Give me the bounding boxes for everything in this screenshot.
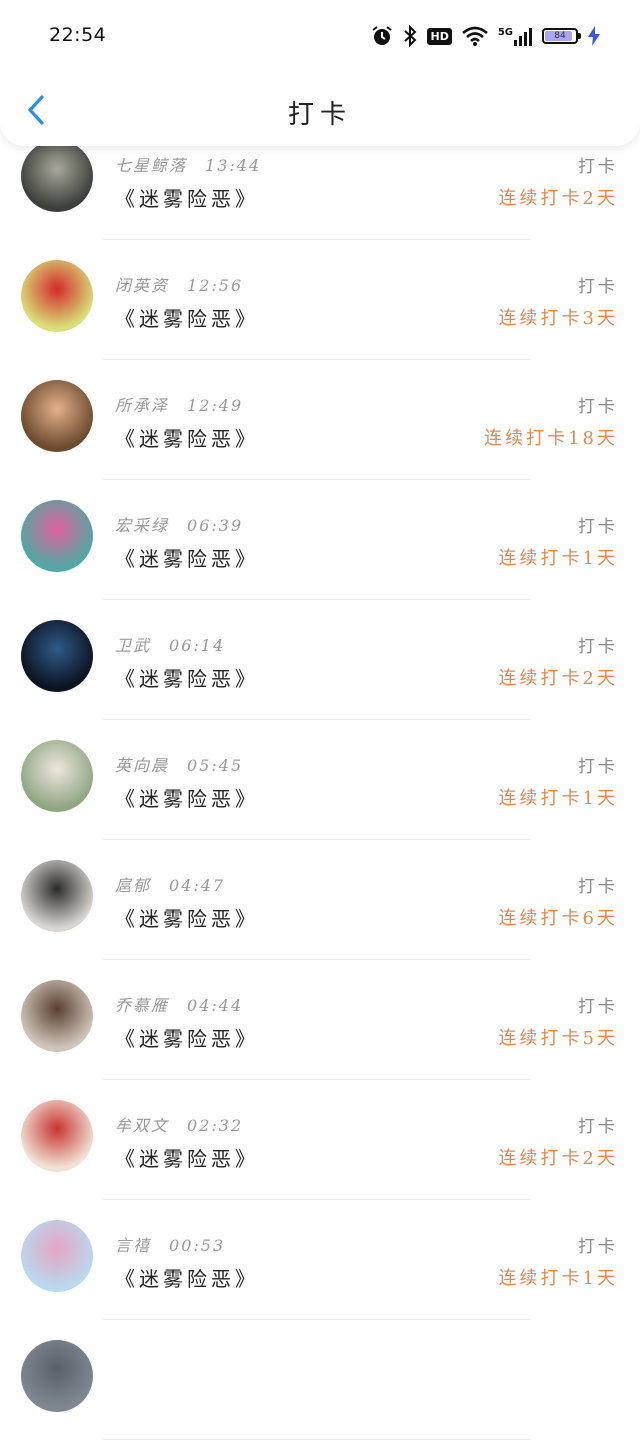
hd-badge: HD [427, 27, 452, 45]
checkin-time: 04:44 [187, 996, 244, 1015]
user-meta: 乔慕雁 04:44 [115, 992, 243, 1016]
avatar[interactable] [21, 1340, 93, 1412]
book-title: 《迷雾险恶》 [115, 787, 259, 811]
streak-label: 连续打卡1天 [498, 1268, 618, 1289]
avatar[interactable] [21, 260, 93, 332]
list-item[interactable] [0, 1320, 640, 1440]
wifi-icon [461, 26, 488, 46]
book-title: 《迷雾险恶》 [115, 427, 259, 451]
network-label: 5G [497, 26, 513, 38]
list-item[interactable]: 扈郁 04:47 《迷雾险恶》 打卡连续打卡6天 [0, 840, 640, 960]
alarm-icon [371, 25, 393, 47]
list-item[interactable]: 英向晨 05:45 《迷雾险恶》 打卡连续打卡1天 [0, 720, 640, 840]
user-meta: 扈郁 04:47 [115, 872, 225, 896]
checkin-button[interactable]: 打卡 [578, 392, 618, 417]
avatar[interactable] [21, 980, 93, 1052]
streak-label: 连续打卡1天 [498, 788, 618, 809]
list-item[interactable]: 卫武 06:14 《迷雾险恶》 打卡连续打卡2天 [0, 600, 640, 720]
user-name: 卫武 [115, 636, 152, 655]
book-title: 《迷雾险恶》 [115, 667, 259, 691]
book-title: 《迷雾险恶》 [115, 187, 259, 211]
checkin-time: 12:49 [187, 396, 244, 415]
user-name: 七星鲸落 [115, 156, 188, 175]
book-title: 《迷雾险恶》 [115, 307, 259, 331]
checkin-button[interactable]: 打卡 [578, 512, 618, 537]
checkin-button[interactable]: 打卡 [578, 272, 618, 297]
avatar[interactable] [21, 380, 93, 452]
checkin-button[interactable]: 打卡 [578, 752, 618, 777]
user-meta: 宏采绿 06:39 [115, 512, 243, 536]
checkin-time: 00:53 [169, 1236, 226, 1255]
user-name: 乔慕雁 [115, 996, 170, 1015]
user-name: 宏采绿 [115, 516, 170, 535]
book-title: 《迷雾险恶》 [115, 1147, 259, 1171]
user-name: 闭英资 [115, 276, 170, 295]
top-nav-bar: 打卡 [0, 72, 640, 146]
list-item[interactable]: 乔慕雁 04:44 《迷雾险恶》 打卡连续打卡5天 [0, 960, 640, 1080]
user-name: 所承泽 [115, 396, 170, 415]
checkin-button[interactable]: 打卡 [578, 872, 618, 897]
battery-level: 84 [554, 31, 566, 41]
bluetooth-icon [403, 25, 417, 47]
list-item[interactable]: 所承泽 12:49 《迷雾险恶》 打卡连续打卡18天 [0, 360, 640, 480]
user-name: 牟双文 [115, 1116, 170, 1135]
streak-label: 连续打卡2天 [498, 668, 618, 689]
user-meta: 英向晨 05:45 [115, 752, 243, 776]
user-meta: 牟双文 02:32 [115, 1112, 243, 1136]
book-title: 《迷雾险恶》 [115, 547, 259, 571]
user-meta [115, 1352, 133, 1371]
streak-label: 连续打卡2天 [498, 1148, 618, 1169]
streak-label: 连续打卡2天 [498, 188, 618, 209]
checkin-time: 02:32 [187, 1116, 244, 1135]
checkin-button[interactable]: 打卡 [578, 1112, 618, 1137]
charging-icon [588, 26, 600, 46]
checkin-button[interactable]: 打卡 [578, 632, 618, 657]
user-meta: 卫武 06:14 [115, 632, 225, 656]
streak-label: 连续打卡1天 [498, 548, 618, 569]
user-meta: 闭英资 12:56 [115, 272, 243, 296]
list-item[interactable]: 言禧 00:53 《迷雾险恶》 打卡连续打卡1天 [0, 1200, 640, 1320]
checkin-time: 12:56 [187, 276, 244, 295]
streak-label: 连续打卡5天 [498, 1028, 618, 1049]
book-title: 《迷雾险恶》 [115, 1027, 259, 1051]
book-title: 《迷雾险恶》 [115, 1267, 259, 1291]
checkin-time: 06:39 [187, 516, 244, 535]
list-item[interactable]: 闭英资 12:56 《迷雾险恶》 打卡连续打卡3天 [0, 240, 640, 360]
user-meta: 言禧 00:53 [115, 1232, 225, 1256]
checkin-button[interactable]: 打卡 [578, 992, 618, 1017]
avatar[interactable] [21, 860, 93, 932]
avatar[interactable] [21, 1100, 93, 1172]
status-bar: 22:54 HD 5G 84 [0, 0, 640, 72]
status-icons: HD 5G 84 [371, 22, 600, 50]
user-name: 英向晨 [115, 756, 170, 775]
checkin-time: 06:14 [169, 636, 226, 655]
battery-icon: 84 [542, 28, 581, 44]
checkin-button[interactable]: 打卡 [578, 1232, 618, 1257]
avatar[interactable] [21, 620, 93, 692]
book-title: 《迷雾险恶》 [115, 907, 259, 931]
streak-label: 连续打卡18天 [484, 428, 618, 449]
avatar[interactable] [21, 500, 93, 572]
user-meta: 七星鲸落 13:44 [115, 152, 261, 176]
checkin-time: 05:45 [187, 756, 244, 775]
streak-label: 连续打卡3天 [498, 308, 618, 329]
user-name: 言禧 [115, 1236, 152, 1255]
avatar[interactable] [21, 740, 93, 812]
checkin-list: 《迷雾险恶》连续打卡2天七星鲸落13:44《迷雾险恶》打卡连续打卡2天闭英资12… [0, 20, 640, 1440]
status-time: 22:54 [49, 24, 107, 46]
user-name: 扈郁 [115, 876, 152, 895]
checkin-time: 13:44 [205, 156, 262, 175]
checkin-button[interactable]: 打卡 [578, 152, 618, 177]
avatar[interactable] [21, 140, 93, 212]
checkin-time: 04:47 [169, 876, 226, 895]
list-item[interactable]: 宏采绿 06:39 《迷雾险恶》 打卡连续打卡1天 [0, 480, 640, 600]
list-item[interactable]: 牟双文 02:32 《迷雾险恶》 打卡连续打卡2天 [0, 1080, 640, 1200]
streak-label: 连续打卡6天 [498, 908, 618, 929]
page-title: 打卡 [287, 100, 352, 130]
signal-icon: 5G [498, 27, 532, 46]
avatar[interactable] [21, 1220, 93, 1292]
user-meta: 所承泽 12:49 [115, 392, 243, 416]
